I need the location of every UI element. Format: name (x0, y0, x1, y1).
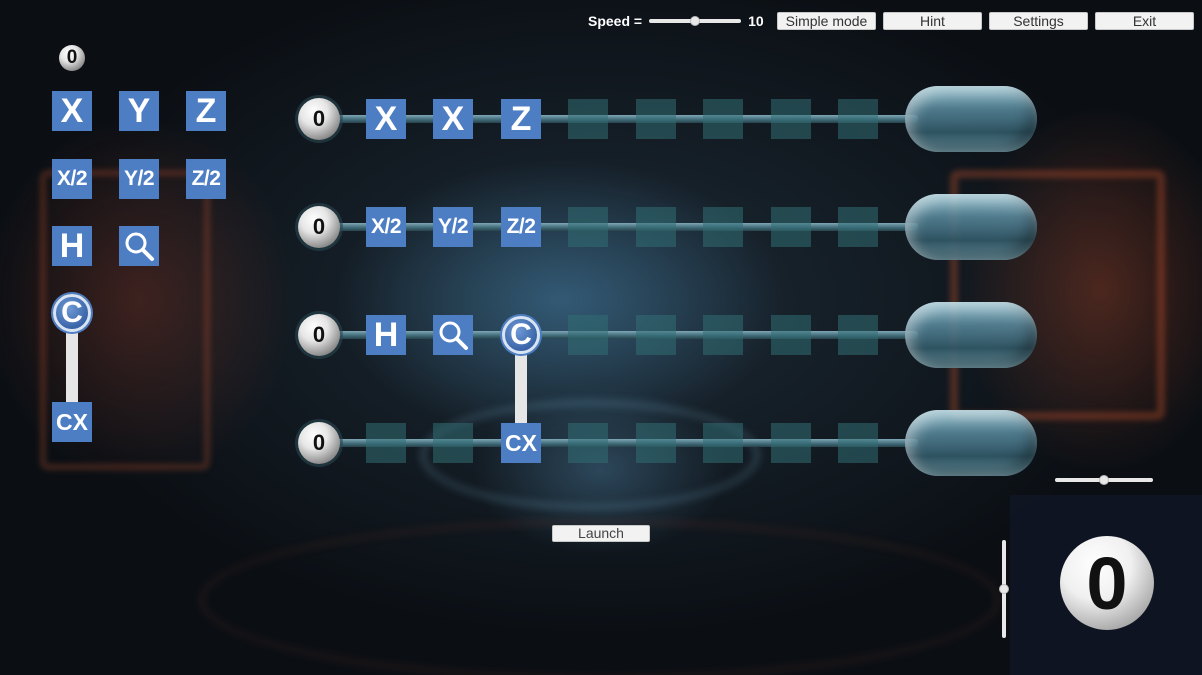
vertical-slider-thumb[interactable] (999, 584, 1009, 594)
qubit-wire (318, 223, 918, 231)
speed-control: Speed = 10 (588, 11, 768, 31)
measurement-capsule[interactable] (905, 194, 1037, 260)
empty-gate-slot[interactable] (568, 423, 608, 463)
empty-gate-slot[interactable] (771, 423, 811, 463)
empty-gate-slot[interactable] (771, 207, 811, 247)
palette-gate-y[interactable]: Y (119, 91, 159, 131)
background-floor-ring (200, 520, 1000, 675)
measurement-capsule[interactable] (905, 410, 1037, 476)
gate-z-half[interactable]: Z/2 (501, 207, 541, 247)
magnifier-icon (125, 232, 154, 261)
empty-gate-slot[interactable] (703, 423, 743, 463)
settings-button[interactable]: Settings (989, 12, 1088, 30)
empty-gate-slot[interactable] (636, 315, 676, 355)
gate-control-node[interactable]: C (502, 316, 540, 354)
empty-gate-slot[interactable] (568, 207, 608, 247)
magnifier-icon (439, 321, 468, 350)
speed-slider[interactable] (649, 11, 742, 31)
gate-x[interactable]: X (366, 99, 406, 139)
horizontal-slider[interactable] (1055, 471, 1153, 489)
gate-h[interactable]: H (366, 315, 406, 355)
empty-gate-slot[interactable] (636, 423, 676, 463)
empty-gate-slot[interactable] (703, 315, 743, 355)
empty-gate-slot[interactable] (433, 423, 473, 463)
empty-gate-slot[interactable] (568, 315, 608, 355)
gate-y-half[interactable]: Y/2 (433, 207, 473, 247)
qubit-wire (318, 331, 918, 339)
palette-cx-connector (66, 330, 78, 404)
empty-gate-slot[interactable] (771, 315, 811, 355)
qubit-wire (318, 439, 918, 447)
qubit-state-ball[interactable]: 0 (298, 314, 340, 356)
palette-gate-z-half[interactable]: Z/2 (186, 159, 226, 199)
palette-gate-measure[interactable] (119, 226, 159, 266)
vertical-slider[interactable] (997, 540, 1011, 638)
palette-gate-z[interactable]: Z (186, 91, 226, 131)
empty-gate-slot[interactable] (838, 99, 878, 139)
palette-gate-x[interactable]: X (52, 91, 92, 131)
speed-slider-thumb[interactable] (690, 16, 701, 26)
cx-connector (515, 351, 527, 423)
simple-mode-button[interactable]: Simple mode (777, 12, 876, 30)
empty-gate-slot[interactable] (366, 423, 406, 463)
gate-x-half[interactable]: X/2 (366, 207, 406, 247)
empty-gate-slot[interactable] (568, 99, 608, 139)
palette-control-node[interactable]: C (53, 294, 91, 332)
empty-gate-slot[interactable] (636, 99, 676, 139)
empty-gate-slot[interactable] (703, 207, 743, 247)
gate-x[interactable]: X (433, 99, 473, 139)
palette-gate-h[interactable]: H (52, 226, 92, 266)
measurement-capsule[interactable] (905, 86, 1037, 152)
empty-gate-slot[interactable] (838, 315, 878, 355)
empty-gate-slot[interactable] (838, 423, 878, 463)
qubit-state-ball[interactable]: 0 (298, 98, 340, 140)
qubit-wire (318, 115, 918, 123)
measurement-capsule[interactable] (905, 302, 1037, 368)
horizontal-slider-thumb[interactable] (1099, 475, 1109, 485)
launch-button[interactable]: Launch (552, 525, 650, 542)
empty-gate-slot[interactable] (703, 99, 743, 139)
gate-cx[interactable]: CX (501, 423, 541, 463)
qubit-state-ball[interactable]: 0 (298, 422, 340, 464)
speed-label: Speed = (588, 13, 643, 29)
gate-z[interactable]: Z (501, 99, 541, 139)
qubit-state-ball[interactable]: 0 (298, 206, 340, 248)
palette-gate-y-half[interactable]: Y/2 (119, 159, 159, 199)
speed-value: 10 (748, 13, 764, 29)
empty-gate-slot[interactable] (838, 207, 878, 247)
palette-gate-cx[interactable]: CX (52, 402, 92, 442)
result-ball: 0 (1060, 536, 1154, 630)
gate-measure[interactable] (433, 315, 473, 355)
empty-gate-slot[interactable] (771, 99, 811, 139)
empty-gate-slot[interactable] (636, 207, 676, 247)
palette-counter: 0 (59, 45, 85, 71)
exit-button[interactable]: Exit (1095, 12, 1194, 30)
palette-gate-x-half[interactable]: X/2 (52, 159, 92, 199)
hint-button[interactable]: Hint (883, 12, 982, 30)
